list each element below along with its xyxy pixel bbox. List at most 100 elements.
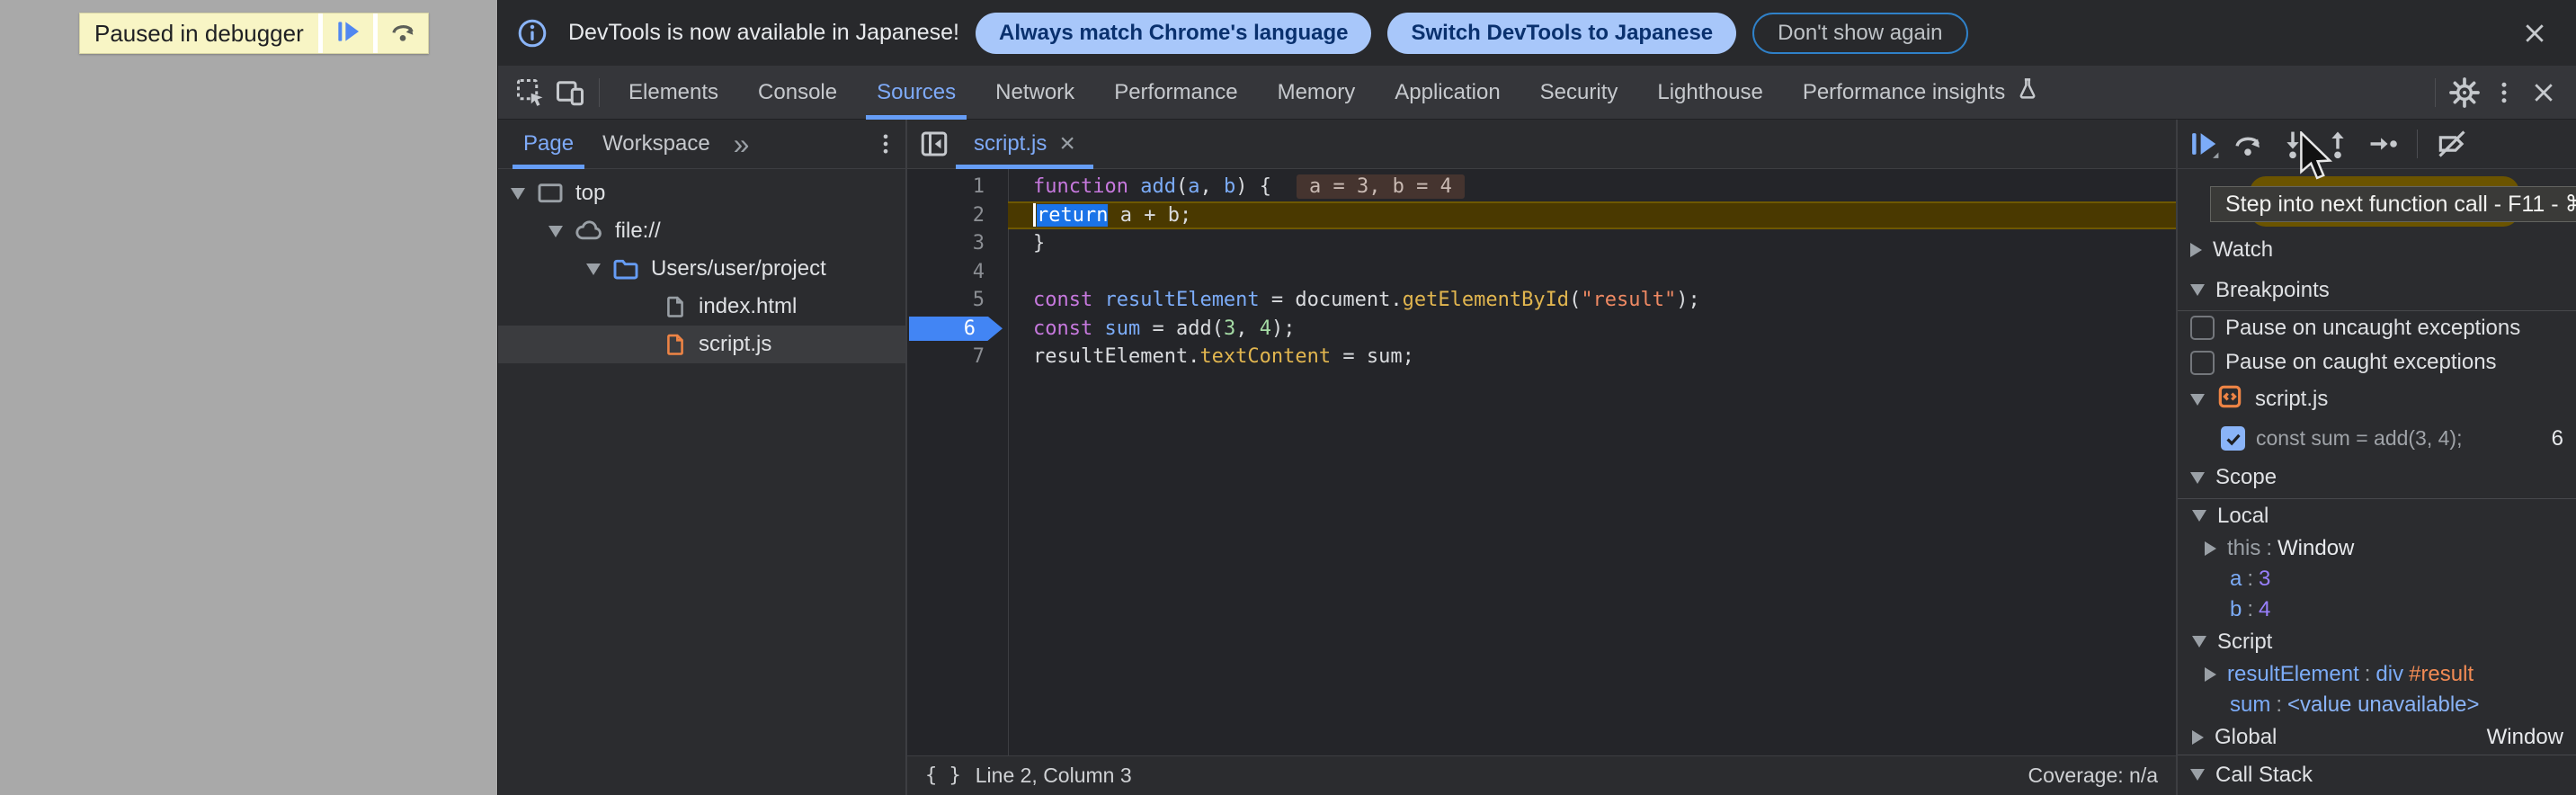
scope-var-resultElement[interactable]: resultElement: div#result <box>2178 659 2576 690</box>
tree-item-index-html[interactable]: index.html <box>498 288 905 326</box>
scope-var-a[interactable]: a: 3 <box>2178 564 2576 594</box>
tree-item-users-user-project[interactable]: Users/user/project <box>498 250 905 288</box>
pretty-print-icon[interactable]: { } <box>925 764 961 787</box>
scope-section-script[interactable]: Script <box>2178 625 2576 659</box>
device-toolbar-icon[interactable] <box>550 73 590 112</box>
resume-script-button[interactable] <box>323 13 373 53</box>
line-number-5[interactable]: 5 <box>907 286 1008 315</box>
line-number-7[interactable]: 7 <box>907 343 1008 371</box>
code-token: , <box>1235 317 1260 340</box>
resume-script-button[interactable] <box>2183 124 2223 164</box>
tab-security[interactable]: Security <box>1520 66 1638 120</box>
code-line-1[interactable]: 1function add(a, b) {a = 3, b = 4 <box>907 173 2176 201</box>
switch-devtools-japanese-button[interactable]: Switch DevTools to Japanese <box>1387 13 1736 54</box>
code-line-3[interactable]: 3} <box>907 229 2176 258</box>
tab-elements[interactable]: Elements <box>609 66 738 120</box>
pause-uncaught-row[interactable]: Pause on uncaught exceptions <box>2178 311 2576 345</box>
infobar-close-button[interactable] <box>2515 13 2554 53</box>
scope-var-sum[interactable]: sum: <value unavailable> <box>2178 690 2576 720</box>
editor-tab-scriptjs[interactable]: script.js × <box>954 120 1095 169</box>
hide-navigator-icon[interactable] <box>914 124 954 164</box>
scope-var-b[interactable]: b: 4 <box>2178 594 2576 625</box>
code-line-2[interactable]: 2return a + b; <box>907 201 2176 230</box>
tab-memory[interactable]: Memory <box>1258 66 1376 120</box>
code-line-6[interactable]: 6const sum = add(3, 4); <box>907 315 2176 344</box>
chevron-down-icon[interactable] <box>2192 636 2206 648</box>
pause-uncaught-checkbox[interactable] <box>2190 316 2215 340</box>
scope-var-value: Window <box>2277 536 2354 561</box>
infobar-message: DevTools is now available in Japanese! <box>568 20 959 46</box>
navigator-tab-workspace[interactable]: Workspace <box>588 120 725 169</box>
editor-tab-close-icon[interactable]: × <box>1059 130 1075 157</box>
chevron-down-icon[interactable] <box>2192 510 2206 522</box>
devtools-close-button[interactable] <box>2524 73 2563 112</box>
line-number-4[interactable]: 4 <box>907 258 1008 287</box>
chevron-down-icon[interactable] <box>548 226 563 237</box>
call-stack-section-header[interactable]: Call Stack <box>2178 755 2576 795</box>
inspect-element-icon[interactable] <box>511 73 550 112</box>
watch-label: Watch <box>2213 237 2273 263</box>
code-line-4[interactable]: 4 <box>907 258 2176 287</box>
breakpoint-checkbox[interactable] <box>2221 426 2245 451</box>
pause-caught-row[interactable]: Pause on caught exceptions <box>2178 345 2576 380</box>
scope-section-header[interactable]: Scope <box>2178 458 2576 497</box>
chevron-right-icon[interactable] <box>2192 730 2204 745</box>
more-options-kebab-icon[interactable] <box>2484 73 2524 112</box>
line-number-2[interactable]: 2 <box>907 201 1008 230</box>
tree-item-script-js[interactable]: script.js <box>498 326 905 363</box>
toolbar-divider <box>599 78 600 107</box>
breakpoint-marker[interactable]: 6 <box>909 317 1003 342</box>
line-number-6[interactable]: 6 <box>907 315 1008 344</box>
chevron-down-icon[interactable] <box>511 188 525 200</box>
chevron-right-icon[interactable] <box>2205 541 2216 556</box>
tab-sources[interactable]: Sources <box>857 66 976 120</box>
tree-item-top[interactable]: top <box>498 174 905 212</box>
code-token: a + b; <box>1108 204 1191 227</box>
more-tabs-chevron[interactable]: » <box>725 130 759 158</box>
tab-console[interactable]: Console <box>738 66 857 120</box>
code-token: add <box>1140 175 1176 198</box>
watch-section-header[interactable]: Watch <box>2178 230 2576 270</box>
tab-performance[interactable]: Performance <box>1094 66 1257 120</box>
navigator-kebab-icon[interactable] <box>866 124 905 164</box>
chevron-down-icon <box>2190 769 2205 781</box>
code-line-7[interactable]: 7resultElement.textContent = sum; <box>907 343 2176 371</box>
scope-section-local[interactable]: Local <box>2178 499 2576 533</box>
navigator-tab-page[interactable]: Page <box>509 120 588 169</box>
text-caret <box>1033 203 1036 227</box>
chevron-right-icon[interactable] <box>2205 667 2216 682</box>
scope-var-value: <value unavailable> <box>2287 692 2480 718</box>
tab-lighthouse[interactable]: Lighthouse <box>1637 66 1782 120</box>
dont-show-again-button[interactable]: Don't show again <box>1752 13 1967 54</box>
tree-item-label: script.js <box>699 332 771 357</box>
line-number-1[interactable]: 1 <box>907 173 1008 201</box>
scope-section-global[interactable]: GlobalWindow <box>2178 720 2576 755</box>
scope-var-value: 3 <box>2259 567 2270 592</box>
chevron-down-icon[interactable] <box>586 264 601 275</box>
breakpoint-entry-row[interactable]: const sum = add(3, 4); 6 <box>2178 419 2576 458</box>
line-number-3[interactable]: 3 <box>907 229 1008 258</box>
settings-gear-icon[interactable] <box>2445 73 2484 112</box>
chevron-down-icon <box>2190 394 2205 406</box>
step-over-icon <box>388 17 417 50</box>
pause-caught-checkbox[interactable] <box>2190 351 2215 375</box>
breakpoint-file-label: script.js <box>2255 387 2328 412</box>
tab-network[interactable]: Network <box>976 66 1094 120</box>
tab-application[interactable]: Application <box>1375 66 1520 120</box>
step-button[interactable] <box>2363 124 2402 164</box>
code-token: 3 <box>1224 317 1235 340</box>
scope-var-this[interactable]: this: Window <box>2178 533 2576 564</box>
deactivate-breakpoints-button[interactable] <box>2432 124 2472 164</box>
tree-item-file-[interactable]: file:// <box>498 212 905 250</box>
code-token: textContent <box>1199 345 1331 368</box>
step-over-button[interactable] <box>2228 124 2268 164</box>
code-line-5[interactable]: 5const resultElement = document.getEleme… <box>907 286 2176 315</box>
tab-performance-insights[interactable]: Performance insights <box>1783 66 2061 120</box>
always-match-language-button[interactable]: Always match Chrome's language <box>976 13 1372 54</box>
code-editor[interactable]: 1function add(a, b) {a = 3, b = 42return… <box>907 169 2176 755</box>
scope-label: Scope <box>2215 465 2277 490</box>
file-html-icon <box>663 294 688 319</box>
step-over-button-banner[interactable] <box>378 13 428 53</box>
breakpoints-section-header[interactable]: Breakpoints <box>2178 270 2576 309</box>
breakpoint-group-header[interactable]: script.js <box>2178 380 2576 419</box>
